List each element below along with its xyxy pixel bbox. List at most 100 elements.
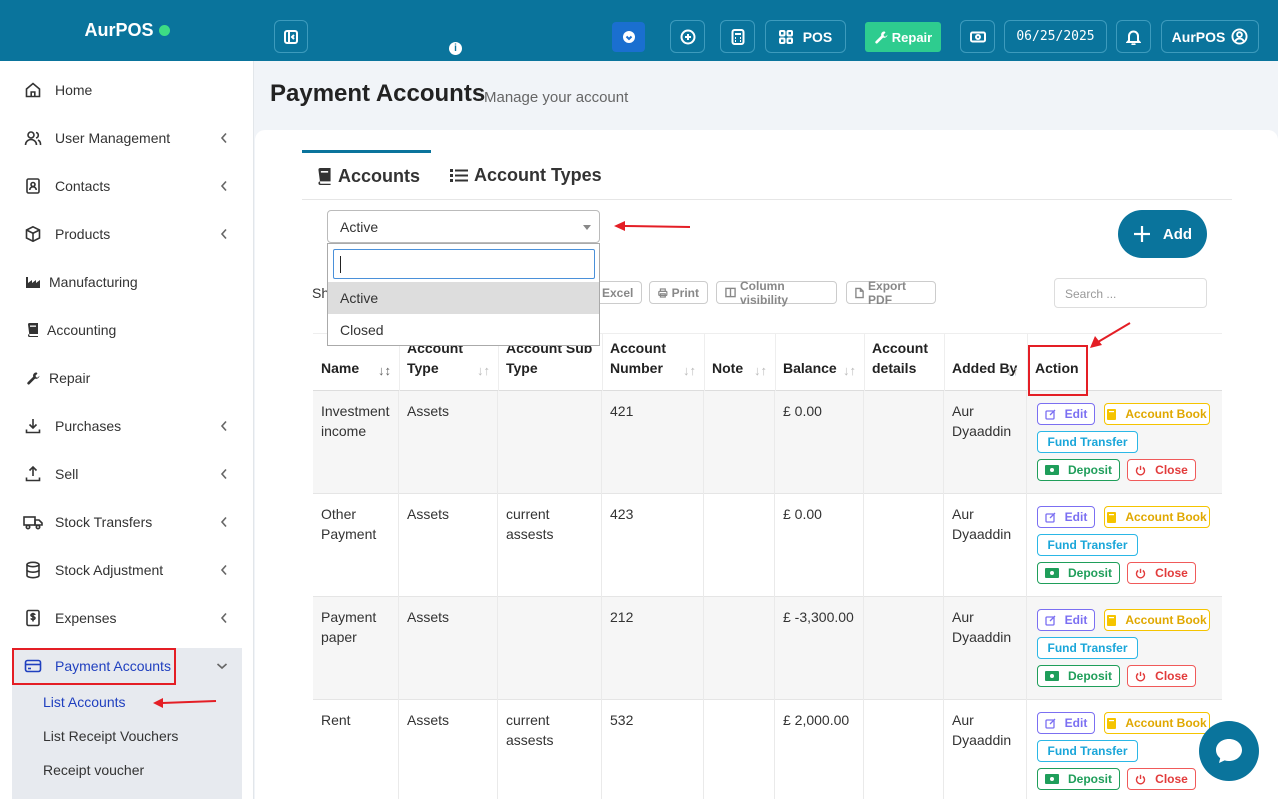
chevron-left-icon (220, 564, 228, 576)
submenu-list-accounts[interactable]: List Accounts (43, 694, 126, 710)
user-circle-icon (1231, 28, 1248, 45)
edit-icon (1045, 512, 1060, 523)
sidebar-item-purchases[interactable]: Purchases (12, 408, 242, 444)
download-app-button[interactable] (612, 22, 645, 52)
print-button[interactable]: Print (649, 281, 708, 304)
sidebar-item-stock-transfers[interactable]: Stock Transfers (12, 504, 242, 540)
button-label: Add (1162, 225, 1193, 243)
fund-transfer-button[interactable]: Fund Transfer (1037, 740, 1138, 762)
status-filter-select[interactable]: Active (327, 210, 600, 243)
account-book-button[interactable]: Account Book (1104, 609, 1210, 631)
edit-button[interactable]: Edit (1037, 712, 1095, 734)
sidebar-item-accounting[interactable]: Accounting (12, 312, 242, 348)
info-icon[interactable]: i (449, 42, 462, 55)
selected-value: Active (340, 219, 379, 235)
account-book-button[interactable]: Account Book (1104, 712, 1210, 734)
cell-balance: £ 0.00 (775, 494, 864, 597)
edit-icon (1045, 409, 1060, 420)
tab-label: Accounts (338, 166, 421, 186)
header-note[interactable]: Note ↓↑ (704, 333, 775, 391)
option-active[interactable]: Active (328, 282, 599, 314)
sidebar-item-label: Accounting (47, 322, 117, 338)
repair-button[interactable]: Repair (865, 22, 941, 52)
sidebar-toggle-button[interactable] (274, 20, 308, 53)
sidebar-item-home[interactable]: Home (12, 72, 242, 108)
deposit-button[interactable]: Deposit (1037, 665, 1120, 687)
chat-widget-button[interactable] (1199, 721, 1259, 781)
cell-details (864, 391, 944, 494)
users-icon (23, 128, 43, 148)
add-account-button[interactable]: Add (1118, 210, 1207, 258)
deposit-button[interactable]: Deposit (1037, 562, 1120, 584)
column-visibility-button[interactable]: Column visibility (716, 279, 837, 307)
columns-icon (725, 287, 736, 298)
book-icon (1107, 614, 1120, 626)
sidebar-item-products[interactable]: Products (12, 216, 242, 252)
fund-transfer-button[interactable]: Fund Transfer (1037, 637, 1138, 659)
edit-button[interactable]: Edit (1037, 609, 1095, 631)
close-account-button[interactable]: Close (1127, 768, 1196, 790)
sort-icon: ↓↑ (843, 363, 856, 378)
sidebar-item-expenses[interactable]: Expenses (12, 600, 242, 636)
sidebar-item-sell[interactable]: Sell (12, 456, 242, 492)
pos-button[interactable]: POS (765, 20, 846, 53)
option-closed[interactable]: Closed (328, 314, 599, 346)
sidebar-item-stock-adjustment[interactable]: Stock Adjustment (12, 552, 242, 588)
export-pdf-button[interactable]: Export PDF (846, 279, 936, 307)
close-account-button[interactable]: Close (1127, 459, 1196, 481)
header-account-details[interactable]: Account details (864, 333, 944, 391)
sidebar-item-repair[interactable]: Repair (12, 360, 242, 396)
tab-account-types[interactable]: Account Types (450, 150, 610, 200)
export-excel-button[interactable]: Excel (594, 281, 642, 304)
cell-details (864, 700, 944, 799)
tab-accounts[interactable]: Accounts (302, 150, 431, 200)
header-balance[interactable]: Balance ↓↑ (775, 333, 864, 391)
cell-subtype: current assests (498, 494, 602, 597)
sidebar-item-user-management[interactable]: User Management (12, 120, 242, 156)
submenu-list-receipt-vouchers[interactable]: List Receipt Vouchers (43, 728, 178, 744)
edit-button[interactable]: Edit (1037, 403, 1095, 425)
account-book-button[interactable]: Account Book (1104, 403, 1210, 425)
dropdown-search-input[interactable] (333, 249, 595, 279)
brand-logo[interactable]: AurPOS (0, 0, 254, 61)
status-filter-dropdown: Active Closed (327, 243, 600, 346)
close-account-button[interactable]: Close (1127, 665, 1196, 687)
sidebar-item-label: Purchases (55, 418, 122, 434)
header-added-by[interactable]: Added By ↓↑ (944, 333, 1027, 391)
fund-transfer-button[interactable]: Fund Transfer (1037, 431, 1138, 453)
database-icon (23, 560, 43, 580)
user-menu-button[interactable]: AurPOS (1161, 20, 1259, 53)
deposit-button[interactable]: Deposit (1037, 459, 1120, 481)
annotation-box-payment-accounts (12, 648, 176, 685)
sidebar-item-label: User Management (55, 130, 171, 146)
sidebar-item-label: Contacts (55, 178, 111, 194)
notifications-button[interactable] (1116, 20, 1151, 53)
add-sale-button[interactable] (670, 20, 705, 53)
sidebar-item-manufacturing[interactable]: Manufacturing (12, 264, 242, 300)
close-account-button[interactable]: Close (1127, 562, 1196, 584)
tab-label: Account Types (474, 164, 602, 185)
account-book-button[interactable]: Account Book (1104, 506, 1210, 528)
sort-icon: ↓↑ (754, 363, 767, 378)
upload-icon (23, 464, 43, 484)
fund-transfer-button[interactable]: Fund Transfer (1037, 534, 1138, 556)
edit-button[interactable]: Edit (1037, 506, 1095, 528)
deposit-button[interactable]: Deposit (1037, 768, 1120, 790)
button-label: Print (671, 285, 699, 300)
chevron-left-icon (220, 420, 228, 432)
sidebar-item-contacts[interactable]: Contacts (12, 168, 242, 204)
table-search-input[interactable]: Search ... (1054, 278, 1207, 308)
money-icon (1044, 671, 1063, 681)
sidebar-toggle-icon (284, 29, 298, 44)
button-label: Account Book (1125, 613, 1207, 627)
power-icon (1135, 568, 1150, 579)
header-account-number[interactable]: Account Number ↓↑ (602, 333, 704, 391)
cell-added-by: Aur Dyaaddin (944, 391, 1027, 494)
cash-register-button[interactable] (960, 20, 995, 53)
cell-number: 212 (602, 597, 704, 700)
calculator-button[interactable] (720, 20, 755, 53)
download-circle-icon (622, 31, 635, 43)
chevron-left-icon (220, 516, 228, 528)
sidebar-item-label: Manufacturing (49, 274, 138, 290)
submenu-receipt-voucher[interactable]: Receipt voucher (43, 762, 144, 778)
